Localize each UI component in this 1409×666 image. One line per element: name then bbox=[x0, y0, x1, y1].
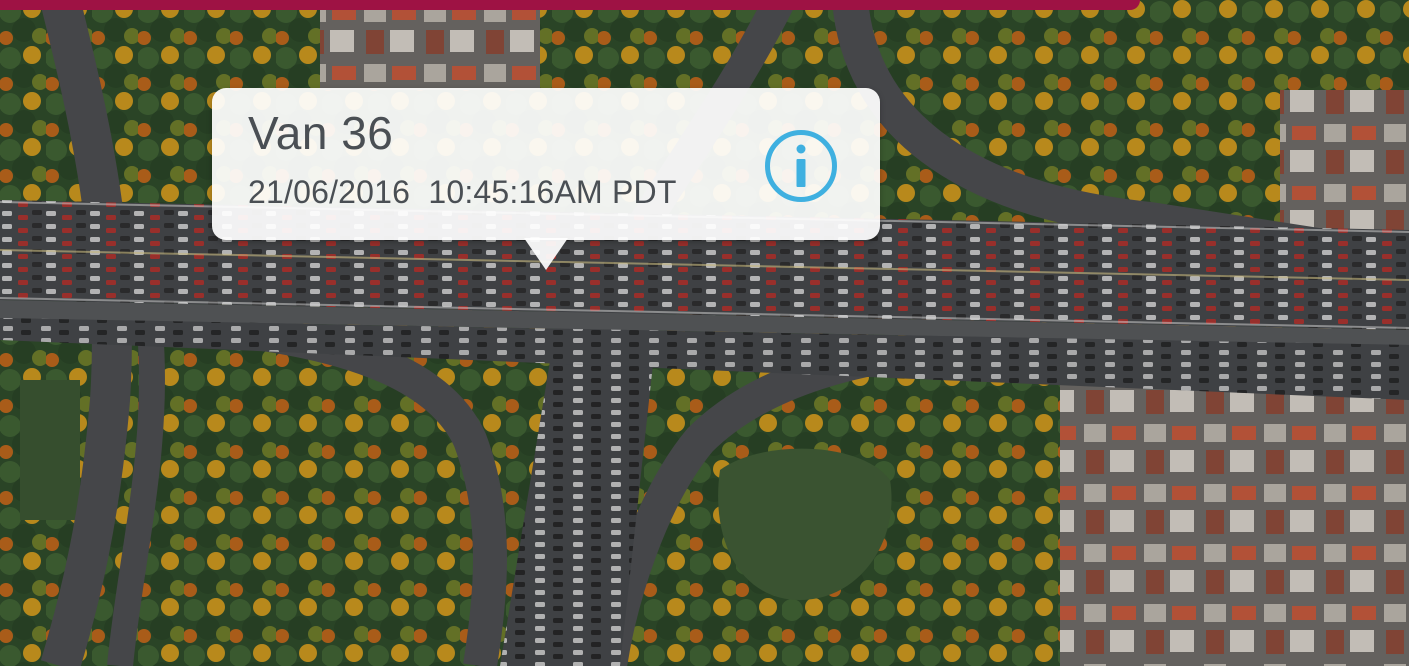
vehicle-timestamp: 21/06/2016 10:45:16AM PDT bbox=[248, 174, 677, 210]
brand-header-bar bbox=[0, 0, 1140, 10]
vehicle-popup: Van 36 21/06/2016 10:45:16AM PDT bbox=[212, 88, 880, 270]
info-button[interactable] bbox=[765, 130, 837, 202]
info-icon bbox=[796, 144, 806, 187]
popup-pointer bbox=[524, 238, 568, 270]
vehicle-name: Van 36 bbox=[248, 107, 394, 159]
